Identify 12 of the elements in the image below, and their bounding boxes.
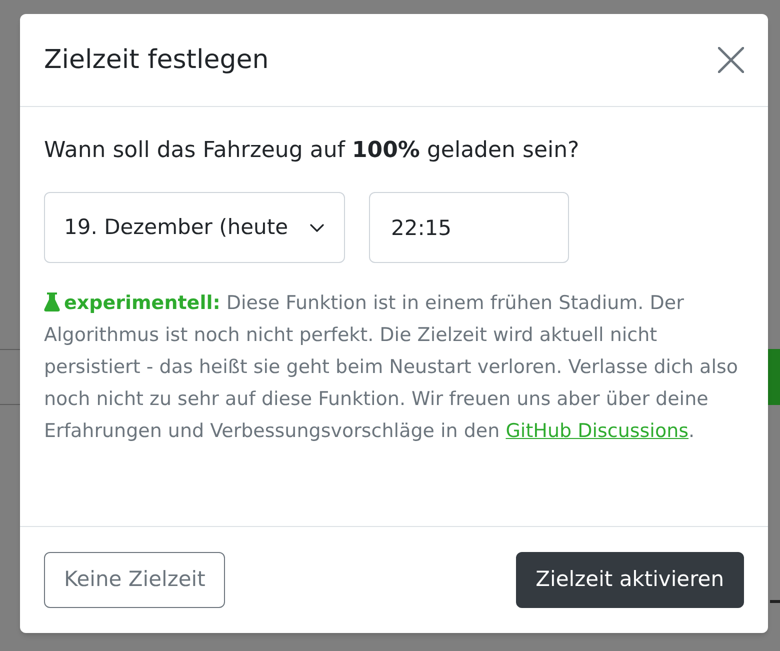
background-panel: [768, 349, 780, 405]
activate-button[interactable]: Zielzeit aktivieren: [516, 552, 744, 608]
dialog-title: Zielzeit festlegen: [44, 44, 269, 76]
notice-text: experimentell: Diese Funktion ist in einem frühen Stadium. Der Algorithmus ist noch nicht perfekt. Die Zielzeit wird aktuell nicht persistiert - das heißt sie geht beim Neustart verloren. Verlasse dich also noch nicht zu sehr auf diese Funktion. Wir freuen uns aber über deine Erfahrungen und Verbessungsvorschläge in den GitHub Discussions.: [44, 291, 740, 444]
close-icon: [718, 47, 744, 73]
time-input[interactable]: 22:15: [369, 192, 569, 263]
date-select[interactable]: 19. Dezember (heute: [44, 192, 345, 263]
chevron-down-icon: [310, 224, 324, 232]
flask-icon: [44, 292, 60, 312]
close-button[interactable]: [718, 47, 744, 73]
question-text: Wann soll das Fahrzeug auf 100% geladen sein?: [44, 137, 580, 165]
cancel-button[interactable]: Keine Zielzeit: [44, 552, 226, 608]
